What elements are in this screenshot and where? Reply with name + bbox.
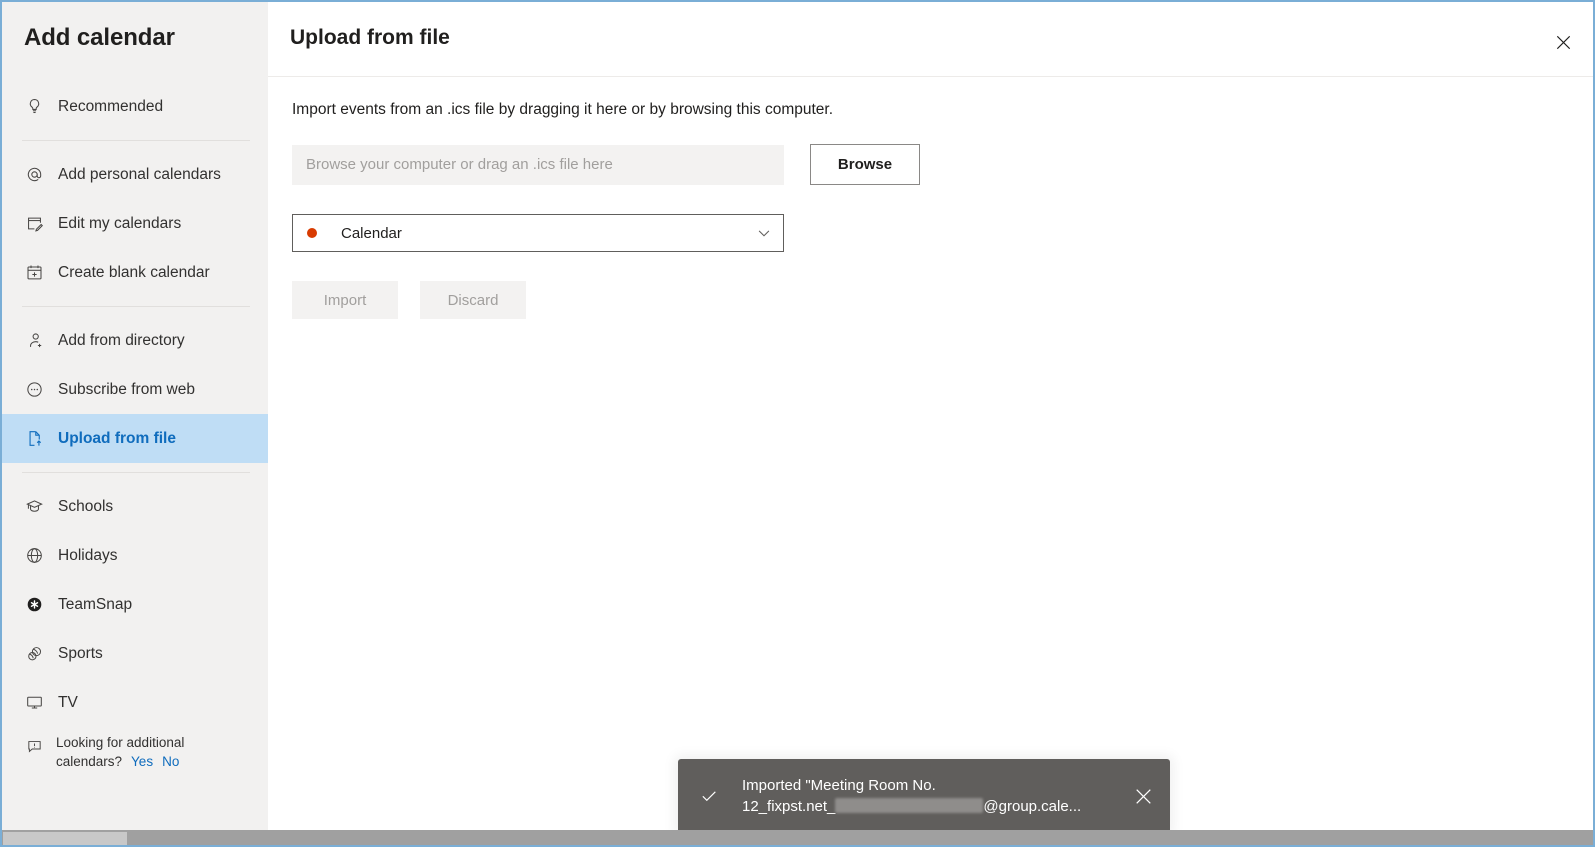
sidebar-item-label: Add from directory <box>58 331 185 349</box>
sidebar-item-label: Edit my calendars <box>58 214 182 232</box>
sidebar-item-add-from-directory[interactable]: Add from directory <box>2 316 268 365</box>
sidebar-item-subscribe-from-web[interactable]: Subscribe from web <box>2 365 268 414</box>
toast-line-1: Imported "Meeting Room No. <box>742 777 936 794</box>
file-path-input[interactable] <box>292 144 784 185</box>
sidebar-item-create-blank-calendar[interactable]: Create blank calendar <box>2 248 268 297</box>
calendar-plus-icon <box>22 261 46 285</box>
toast-close-icon[interactable] <box>1126 779 1160 813</box>
sidebar-item-sports[interactable]: Sports <box>2 629 268 678</box>
sidebar-group-sources: Add from directory Subscribe from web Up… <box>2 316 268 463</box>
sidebar-item-holidays[interactable]: Holidays <box>2 531 268 580</box>
page-title: Add calendar <box>24 24 175 51</box>
sidebar-item-add-personal-calendars[interactable]: Add personal calendars <box>2 150 268 199</box>
chevron-down-icon <box>757 226 771 240</box>
sidebar-group-recommended: Recommended <box>2 82 268 131</box>
feedback-prompt: Looking for additional calendars? Yes No <box>2 727 268 771</box>
sidebar-item-teamsnap[interactable]: TeamSnap <box>2 580 268 629</box>
toast-notification: Imported "Meeting Room No. 12_fixpst.net… <box>678 759 1170 833</box>
toast-line-2-suffix: @group.cale... <box>983 798 1082 815</box>
globe-icon <box>22 544 46 568</box>
subscribe-circle-icon <box>22 378 46 402</box>
sidebar-item-label: Add personal calendars <box>58 165 221 183</box>
file-picker-row: Browse <box>292 144 1571 185</box>
graduation-cap-icon <box>22 495 46 519</box>
main-header: Upload from file <box>268 2 1593 77</box>
person-add-icon <box>22 329 46 353</box>
feedback-no-link[interactable]: No <box>162 754 179 769</box>
import-button[interactable]: Import <box>292 281 398 319</box>
scrollbar-thumb[interactable] <box>3 832 127 845</box>
sidebar-divider <box>22 472 250 473</box>
sidebar-item-label: Recommended <box>58 97 164 115</box>
sidebar-item-label: Create blank calendar <box>58 263 210 281</box>
feedback-comment-icon <box>22 734 46 758</box>
discard-button[interactable]: Discard <box>420 281 526 319</box>
action-buttons-row: Import Discard <box>292 281 1571 319</box>
toast-message: Imported "Meeting Room No. 12_fixpst.net… <box>742 775 1126 817</box>
upload-description: Import events from an .ics file by dragg… <box>292 101 834 118</box>
sidebar-item-label: TV <box>58 693 78 711</box>
sidebar-item-edit-my-calendars[interactable]: Edit my calendars <box>2 199 268 248</box>
sidebar-item-label: Subscribe from web <box>58 380 195 398</box>
file-upload-icon <box>22 427 46 451</box>
sidebar-item-label: Holidays <box>58 546 118 564</box>
sidebar-divider <box>22 140 250 141</box>
sidebar-group-personal: Add personal calendars Edit my calendars <box>2 150 268 297</box>
at-sign-icon <box>22 163 46 187</box>
calendar-select[interactable]: Calendar <box>292 214 784 252</box>
feedback-yes-link[interactable]: Yes <box>131 754 153 769</box>
close-icon[interactable] <box>1543 22 1583 62</box>
main-body: Import events from an .ics file by dragg… <box>268 77 1593 319</box>
feedback-text: Looking for additional calendars? Yes No <box>56 733 246 771</box>
main-title: Upload from file <box>290 26 450 49</box>
sidebar-item-label: Upload from file <box>58 429 176 447</box>
calendar-color-dot <box>307 228 317 238</box>
add-calendar-dialog: Add calendar Recommended Add personal ca… <box>0 0 1595 847</box>
checkmark-icon <box>696 783 722 809</box>
sidebar-item-upload-from-file[interactable]: Upload from file <box>2 414 268 463</box>
browse-button[interactable]: Browse <box>810 144 920 185</box>
teamsnap-asterisk-icon <box>22 593 46 617</box>
sidebar-item-label: Schools <box>58 497 114 515</box>
monitor-icon <box>22 691 46 715</box>
edit-page-icon <box>22 212 46 236</box>
toast-line-2-prefix: 12_fixpst.net_ <box>742 798 836 815</box>
sidebar-item-label: TeamSnap <box>58 595 133 613</box>
main-content: Upload from file Import events from an .… <box>268 2 1593 830</box>
sidebar-item-label: Sports <box>58 644 103 662</box>
sports-balls-icon <box>22 642 46 666</box>
sidebar-item-tv[interactable]: TV <box>2 678 268 727</box>
calendar-select-value: Calendar <box>341 224 402 242</box>
redacted-text <box>835 798 984 813</box>
sidebar: Add calendar Recommended Add personal ca… <box>2 2 268 830</box>
sidebar-item-schools[interactable]: Schools <box>2 482 268 531</box>
lightbulb-icon <box>22 95 46 119</box>
sidebar-group-catalog: Schools Holidays TeamSnap Sports TV <box>2 482 268 727</box>
sidebar-divider <box>22 306 250 307</box>
sidebar-item-recommended[interactable]: Recommended <box>2 82 268 131</box>
